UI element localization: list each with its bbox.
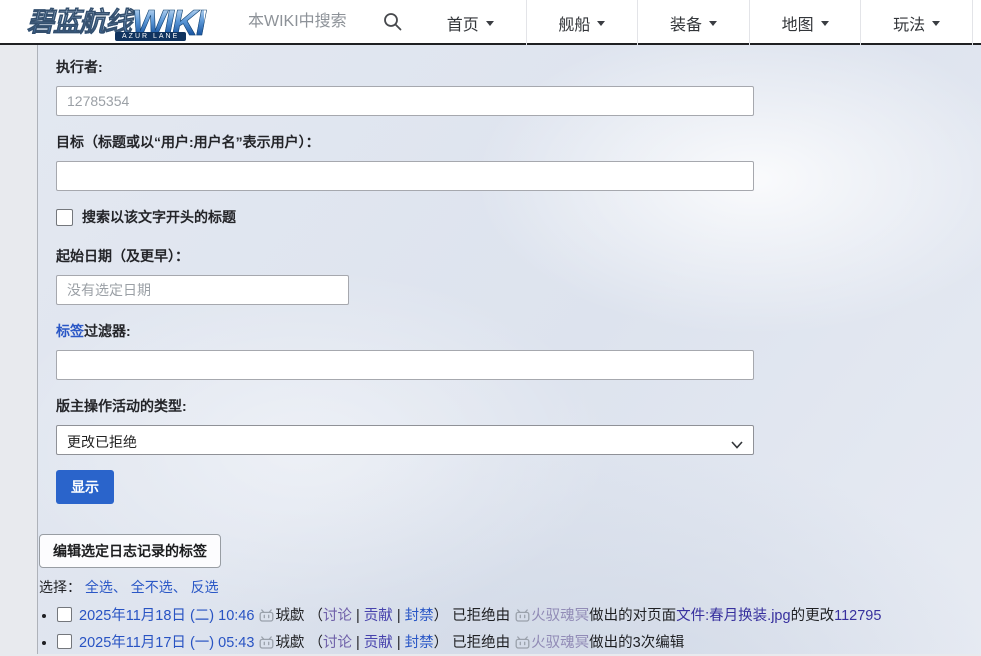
page-link[interactable]: 文件:春月换装.jpg [676, 608, 790, 624]
talk-link[interactable]: 讨论 [323, 608, 352, 624]
tag-filter-label: 标签过滤器: [56, 321, 981, 341]
show-button[interactable]: 显示 [56, 470, 114, 504]
select-all-link[interactable]: 全选 [85, 579, 113, 595]
user-page-link[interactable]: 火驭魂冥 [531, 635, 589, 651]
log-list: 2025年11月18日 (二) 10:46 珬歔 （讨论 | 贡献 | 封禁） 已… [39, 604, 981, 656]
nav-item-equipment[interactable]: 装备 [638, 0, 750, 45]
search-input[interactable] [248, 9, 376, 35]
log-date-link[interactable]: 2025年11月17日 (一) 05:43 [79, 635, 254, 651]
nav-item-label: 首页 [447, 11, 479, 35]
tag-link[interactable]: 标签 [56, 323, 84, 339]
block-link[interactable]: 封禁 [405, 608, 434, 624]
nav-item-label: 玩法 [893, 11, 925, 35]
log-row: 2025年11月18日 (二) 10:46 珬歔 （讨论 | 贡献 | 封禁） 已… [57, 604, 981, 631]
prefix-search-checkbox[interactable] [56, 209, 73, 226]
selection-label: 选择： [39, 579, 81, 595]
admin-tools-links: （讨论 | 贡献 | 封禁） [304, 635, 448, 651]
executor-input[interactable] [56, 86, 754, 116]
admin-username-link[interactable]: 珬歔 [275, 608, 304, 624]
start-date-input[interactable] [56, 275, 349, 305]
search-icon[interactable] [383, 12, 403, 32]
log-action-text: 已拒绝由 [452, 608, 510, 624]
log-action-text: 做出的对页面 [589, 608, 676, 624]
nav-item-maps[interactable]: 地图 [750, 0, 862, 45]
nav-item-label: 舰船 [558, 11, 590, 35]
nav-item-ships[interactable]: 舰船 [527, 0, 639, 45]
prefix-search-label: 搜索以该文字开头的标题 [82, 207, 236, 227]
log-section: 编辑选定日志记录的标签 选择： 全选、 全不选、 反选 2025年11月18日 … [39, 534, 981, 656]
log-row-checkbox[interactable] [57, 634, 72, 649]
contrib-link[interactable]: 贡献 [364, 635, 393, 651]
user-page-link[interactable]: 火驭魂冥 [531, 608, 589, 624]
log-row-checkbox[interactable] [57, 607, 72, 622]
logo-subtitle: AZUR LANE [115, 32, 186, 41]
bilibili-tv-icon [515, 633, 530, 656]
edit-tags-button[interactable]: 编辑选定日志记录的标签 [39, 534, 221, 568]
chevron-down-icon [731, 436, 743, 452]
chevron-down-icon [932, 21, 940, 26]
log-date-link[interactable]: 2025年11月18日 (二) 10:46 [79, 608, 254, 624]
block-link[interactable]: 封禁 [405, 635, 434, 651]
chevron-down-icon [597, 21, 605, 26]
nav-item-label: 装备 [670, 11, 702, 35]
action-type-selected-value: 更改已拒绝 [67, 434, 137, 450]
target-label: 目标（标题或以“用户:用户名”表示用户）： [56, 132, 981, 152]
executor-label: 执行者: [56, 57, 981, 77]
chevron-down-icon [709, 21, 717, 26]
nav-item-home[interactable]: 首页 [415, 0, 527, 45]
separator: 、 [113, 579, 127, 595]
admin-username-link[interactable]: 珬歔 [275, 635, 304, 651]
nav-item-label: 地图 [782, 11, 814, 35]
log-action-text: 已拒绝由 [452, 635, 510, 651]
log-action-text: 的更改 [791, 608, 835, 624]
selection-links-row: 选择： 全选、 全不选、 反选 [39, 577, 981, 597]
log-row: 2025年11月17日 (一) 05:43 珬歔 （讨论 | 贡献 | 封禁） 已… [57, 631, 981, 656]
log-action-text: 做出的3次编辑 [589, 635, 684, 651]
tag-filter-label-rest: 过滤器: [84, 323, 131, 339]
page-link[interactable]: 112795 [834, 608, 881, 624]
site-logo[interactable]: 碧蓝航线 WIKI AZUR LANE [27, 3, 204, 41]
chevron-down-icon [486, 21, 494, 26]
top-navbar: 碧蓝航线 WIKI AZUR LANE 首页 舰船 装备 地图 玩法 [0, 0, 981, 45]
nav-item-gameplay[interactable]: 玩法 [861, 0, 973, 45]
nav-menu: 首页 舰船 装备 地图 玩法 [415, 0, 973, 45]
action-type-select[interactable]: 更改已拒绝 [56, 425, 754, 455]
log-filter-panel: 执行者: 目标（标题或以“用户:用户名”表示用户）： 搜索以该文字开头的标题 起… [37, 45, 981, 654]
select-none-link[interactable]: 全不选 [131, 579, 173, 595]
contrib-link[interactable]: 贡献 [364, 608, 393, 624]
bilibili-tv-icon [259, 606, 274, 631]
chevron-down-icon [821, 21, 829, 26]
start-date-label: 起始日期（及更早）： [56, 246, 981, 266]
talk-link[interactable]: 讨论 [323, 635, 352, 651]
action-type-label: 版主操作活动的类型: [56, 396, 981, 416]
separator: 、 [173, 579, 187, 595]
bilibili-tv-icon [515, 606, 530, 631]
target-input[interactable] [56, 161, 754, 191]
tag-filter-input[interactable] [56, 350, 754, 380]
bilibili-tv-icon [259, 633, 274, 656]
admin-tools-links: （讨论 | 贡献 | 封禁） [304, 608, 448, 624]
prefix-search-row: 搜索以该文字开头的标题 [56, 207, 981, 227]
select-invert-link[interactable]: 反选 [191, 579, 219, 595]
